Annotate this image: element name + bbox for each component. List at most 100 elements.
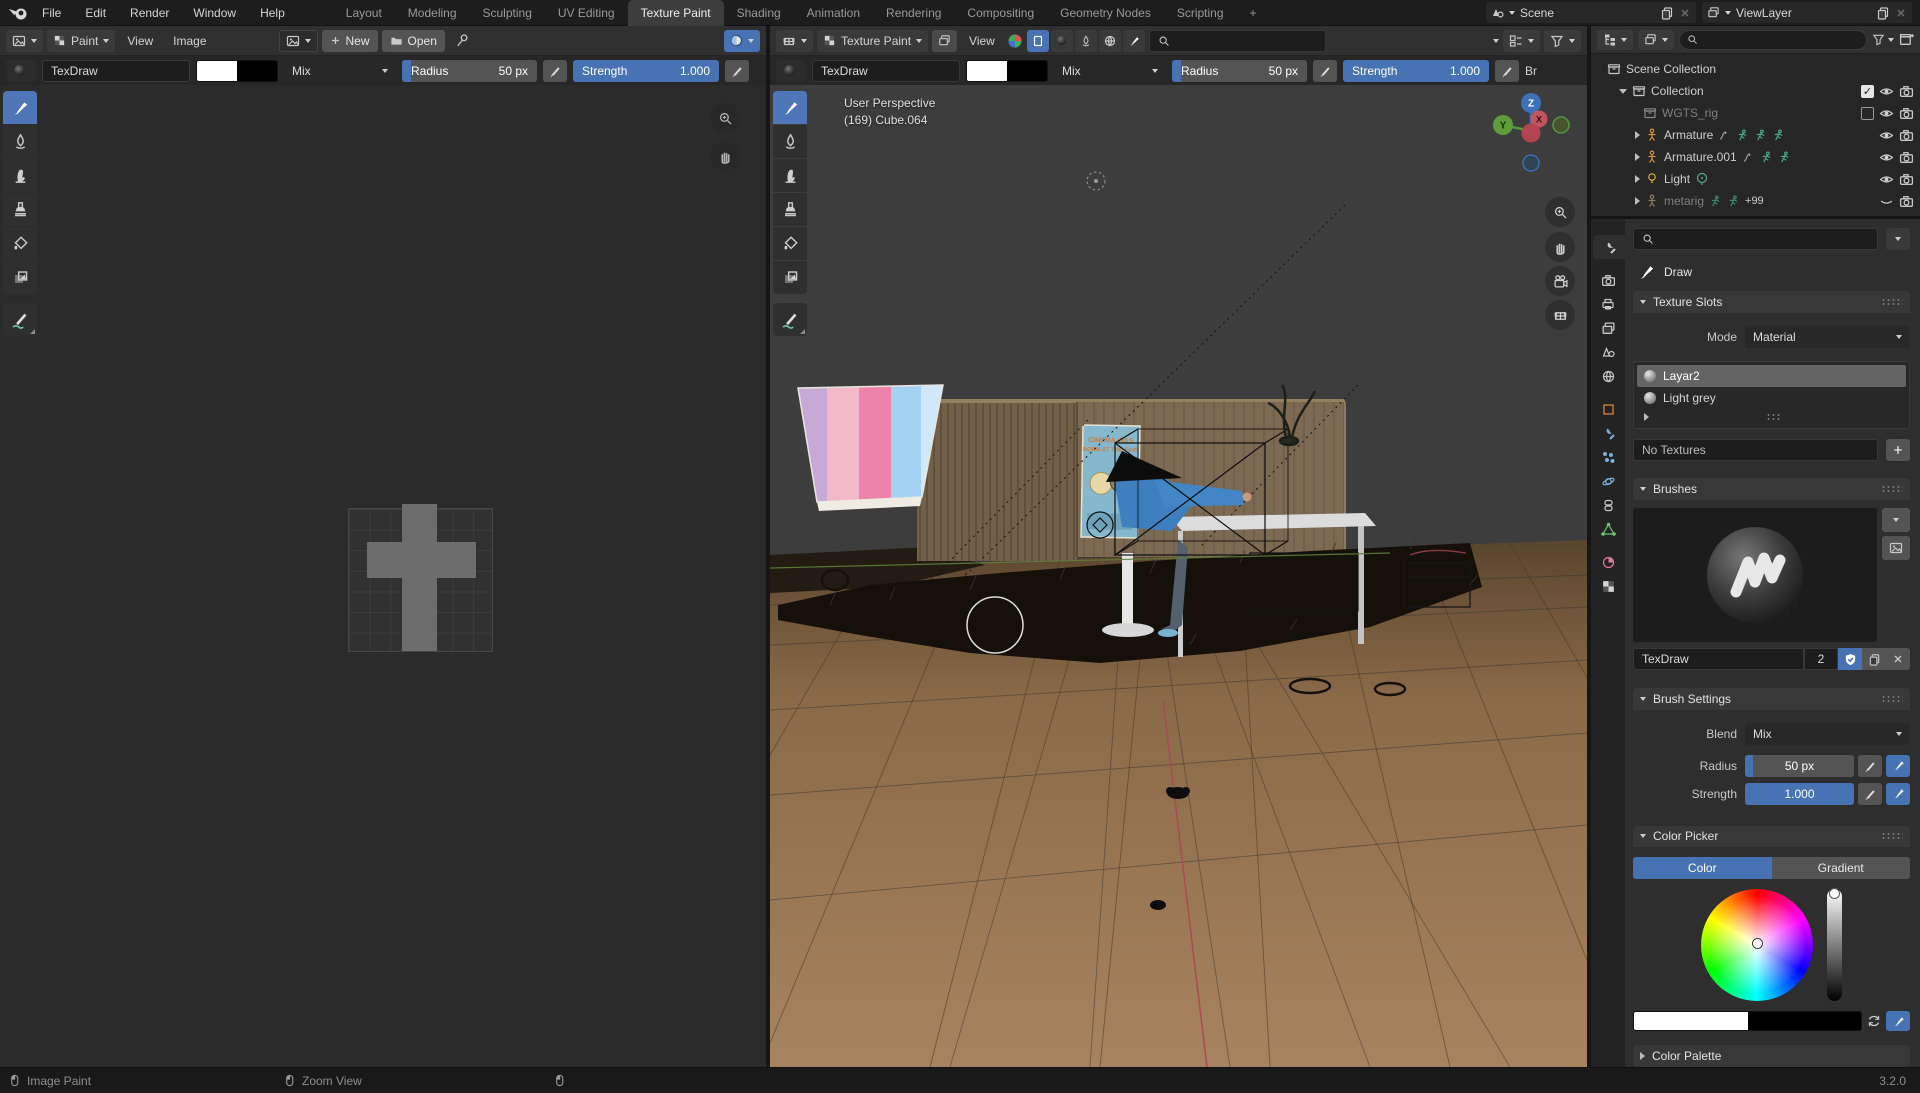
- value-slider[interactable]: [1827, 889, 1842, 1001]
- outliner-row-scene-collection[interactable]: Scene Collection: [1591, 58, 1920, 80]
- slot-mode-dropdown[interactable]: Material: [1745, 326, 1910, 348]
- vp-tool-annotate[interactable]: [773, 303, 807, 336]
- menu-edit[interactable]: Edit: [73, 0, 118, 26]
- workspace-tab-sculpting[interactable]: Sculpting: [470, 0, 545, 26]
- tab-particles[interactable]: [1593, 445, 1623, 469]
- render-camera-icon[interactable]: [1899, 128, 1914, 143]
- outliner-filter-button[interactable]: [1872, 33, 1894, 46]
- tab-object-data[interactable]: [1593, 517, 1623, 541]
- expand-list-icon[interactable]: [1644, 413, 1649, 421]
- panel-grip[interactable]: [1881, 832, 1903, 840]
- hide-eye-icon[interactable]: [1879, 150, 1894, 165]
- brush-preview-button[interactable]: [6, 60, 36, 82]
- vp-secondary-color-swatch[interactable]: [1007, 61, 1047, 81]
- strength-slider[interactable]: Strength 1.000: [573, 60, 719, 82]
- workspace-tab-shading[interactable]: Shading: [724, 0, 794, 26]
- outliner-row-armature-001[interactable]: Armature.001: [1591, 146, 1920, 168]
- brush-icon-button[interactable]: [1882, 536, 1910, 560]
- texture-slot-item[interactable]: Light grey: [1637, 387, 1906, 409]
- properties-search-field[interactable]: [1633, 228, 1878, 250]
- panel-grip[interactable]: [1881, 298, 1903, 306]
- tab-world[interactable]: [1593, 364, 1623, 388]
- radius-pressure-icon[interactable]: [1858, 755, 1882, 777]
- tool-soften[interactable]: [3, 125, 37, 158]
- vp-strength-slider[interactable]: Strength 1.000: [1343, 60, 1489, 82]
- properties-filter-caret[interactable]: [1886, 228, 1910, 250]
- outliner-row-wgts-rig[interactable]: WGTS_rig: [1591, 102, 1920, 124]
- list-grip[interactable]: [1766, 413, 1782, 421]
- unlink-scene-icon[interactable]: [1679, 7, 1691, 19]
- vp-tool-fill[interactable]: [773, 227, 807, 260]
- disclosure-icon[interactable]: [1635, 131, 1640, 139]
- picker-secondary-swatch[interactable]: [1748, 1012, 1862, 1030]
- viewport-ortho-toggle[interactable]: [1545, 300, 1575, 330]
- image-canvas[interactable]: [0, 85, 766, 1067]
- texture-selector[interactable]: No Textures: [1633, 439, 1878, 461]
- color-tab[interactable]: Color: [1633, 857, 1772, 879]
- viewport-mode-dropdown[interactable]: Texture Paint: [817, 30, 928, 52]
- viewport-zoom-gizmo[interactable]: [1545, 197, 1575, 227]
- render-camera-icon[interactable]: [1899, 194, 1914, 209]
- radius-slider[interactable]: Radius 50 px: [402, 60, 537, 82]
- workspace-tab-geometry-nodes[interactable]: Geometry Nodes: [1047, 0, 1164, 26]
- primary-color-swatch[interactable]: [197, 61, 237, 81]
- viewport-camera-toggle[interactable]: [1545, 266, 1575, 296]
- viewport-canvas[interactable]: CINEMA WAS BORN AT THE FAIR: [770, 85, 1587, 1067]
- blend-mode-dropdown[interactable]: Mix: [284, 60, 396, 82]
- image-view-menu[interactable]: View: [119, 29, 161, 53]
- radius-pressure-icon[interactable]: [543, 60, 567, 82]
- blend-dropdown[interactable]: Mix: [1745, 723, 1910, 745]
- tool-draw[interactable]: [3, 91, 37, 124]
- disclosure-icon[interactable]: [1619, 89, 1627, 94]
- new-view-layer-icon[interactable]: [1876, 6, 1890, 20]
- color-wheel[interactable]: [1701, 889, 1813, 1001]
- image-preview-toggle[interactable]: [724, 30, 760, 52]
- menu-file[interactable]: File: [30, 0, 73, 26]
- header-overflow-caret[interactable]: [1493, 39, 1499, 43]
- tool-mask[interactable]: [3, 261, 37, 294]
- shading-solid-toggle[interactable]: [1051, 30, 1073, 52]
- hide-eye-icon[interactable]: [1879, 172, 1894, 187]
- outliner-type-button[interactable]: [1597, 30, 1633, 50]
- outliner-row-collection[interactable]: Collection ✓: [1591, 80, 1920, 102]
- tool-clone[interactable]: [3, 193, 37, 226]
- image-browse-button[interactable]: [279, 30, 318, 52]
- vp-primary-color-swatch[interactable]: [967, 61, 1007, 81]
- vp-tool-draw[interactable]: [773, 91, 807, 124]
- vp-tool-mask[interactable]: [773, 261, 807, 294]
- gradient-tab[interactable]: Gradient: [1772, 857, 1911, 879]
- outliner-row-armature[interactable]: Armature: [1591, 124, 1920, 146]
- mask-image-button[interactable]: [932, 30, 957, 52]
- brush-name-field[interactable]: TexDraw: [1633, 648, 1804, 670]
- scene-name[interactable]: Scene: [1520, 6, 1655, 20]
- outliner-search-field[interactable]: [1679, 30, 1867, 50]
- view-layer-browse-caret[interactable]: [1725, 11, 1731, 15]
- add-texture-button[interactable]: [1886, 439, 1910, 461]
- vp-brush-preview-button[interactable]: [776, 60, 806, 82]
- fake-user-shield-toggle[interactable]: [1838, 648, 1862, 670]
- collection-checkbox[interactable]: ✓: [1861, 85, 1874, 98]
- vp-tool-soften[interactable]: [773, 125, 807, 158]
- render-camera-icon[interactable]: [1899, 106, 1914, 121]
- tool-fill[interactable]: [3, 227, 37, 260]
- vp-radius-pressure-icon[interactable]: [1313, 60, 1337, 82]
- tool-annotate[interactable]: [3, 303, 37, 336]
- outliner-display-mode-button[interactable]: [1638, 30, 1674, 50]
- vp-blend-mode-dropdown[interactable]: Mix: [1054, 60, 1166, 82]
- shading-brush-toggle[interactable]: [1123, 30, 1145, 52]
- vp-tool-smear[interactable]: [773, 159, 807, 192]
- brush-user-count[interactable]: 2: [1804, 648, 1838, 670]
- brushes-panel-header[interactable]: Brushes: [1633, 478, 1910, 500]
- render-camera-icon[interactable]: [1899, 84, 1914, 99]
- view-layer-selector[interactable]: ViewLayer: [1702, 2, 1912, 23]
- workspace-tab-scripting[interactable]: Scripting: [1164, 0, 1237, 26]
- blender-logo-icon[interactable]: [8, 5, 30, 21]
- duplicate-brush-button[interactable]: [1862, 648, 1886, 670]
- palette-card-object[interactable]: [798, 385, 943, 511]
- filter-dropdown[interactable]: [1544, 30, 1581, 52]
- pin-icon[interactable]: [455, 33, 470, 48]
- swap-colors-icon[interactable]: [1866, 1013, 1882, 1029]
- tab-output[interactable]: [1593, 292, 1623, 316]
- viewport-editor-type-button[interactable]: [776, 30, 813, 52]
- tool-smear[interactable]: [3, 159, 37, 192]
